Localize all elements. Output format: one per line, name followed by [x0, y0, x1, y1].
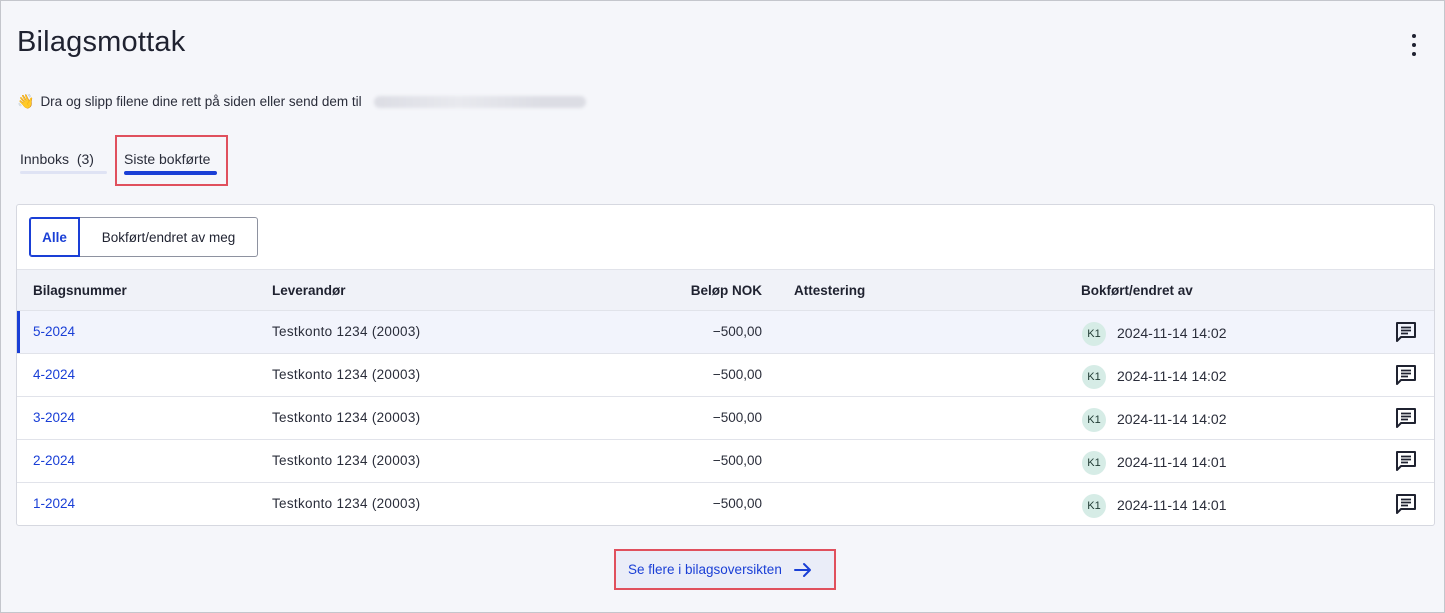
posted-date-cell: 2024-11-14 14:01 [1117, 497, 1227, 513]
amount-cell: −500,00 [712, 453, 762, 468]
table-row[interactable]: 2-2024 Testkonto 1234 (20003) −500,00 K1… [17, 440, 1434, 483]
voucher-number-link[interactable]: 3-2024 [33, 410, 75, 425]
supplier-cell: Testkonto 1234 (20003) [272, 496, 421, 511]
table-header: Bilagsnummer Leverandør Beløp NOK Attest… [17, 269, 1434, 311]
amount-cell: −500,00 [712, 410, 762, 425]
tab-inbox[interactable]: Innboks (3) [20, 135, 108, 185]
filter-all-button[interactable]: Alle [29, 217, 80, 257]
col-header-posted-by[interactable]: Bokført/endret av [1081, 283, 1193, 298]
recent-vouchers-card: Alle Bokført/endret av meg Bilagsnummer … [16, 204, 1435, 526]
avatar: K1 [1082, 365, 1106, 389]
tab-inbox-label: Innboks (3) [20, 151, 94, 167]
comment-icon[interactable] [1395, 365, 1417, 385]
tab-active-underline [124, 171, 217, 175]
posted-date-cell: 2024-11-14 14:02 [1117, 325, 1227, 341]
see-more-label: Se flere i bilagsoversikten [628, 562, 782, 577]
avatar: K1 [1082, 451, 1106, 475]
avatar: K1 [1082, 494, 1106, 518]
table-row[interactable]: 4-2024 Testkonto 1234 (20003) −500,00 K1… [17, 354, 1434, 397]
comment-icon[interactable] [1395, 322, 1417, 342]
voucher-number-link[interactable]: 5-2024 [33, 324, 75, 339]
filter-mine-button[interactable]: Bokført/endret av meg [80, 217, 258, 257]
voucher-number-link[interactable]: 1-2024 [33, 496, 75, 511]
col-header-number[interactable]: Bilagsnummer [33, 283, 127, 298]
comment-icon[interactable] [1395, 494, 1417, 514]
table-row[interactable]: 5-2024 Testkonto 1234 (20003) −500,00 K1… [17, 311, 1434, 354]
tab-inbox-underline [20, 171, 107, 174]
posted-date-cell: 2024-11-14 14:02 [1117, 368, 1227, 384]
filter-toggle: Alle Bokført/endret av meg [29, 217, 258, 257]
supplier-cell: Testkonto 1234 (20003) [272, 324, 421, 339]
waving-hand-icon: 👋 [17, 93, 35, 109]
col-header-attest[interactable]: Attestering [794, 283, 865, 298]
supplier-cell: Testkonto 1234 (20003) [272, 453, 421, 468]
voucher-number-link[interactable]: 2-2024 [33, 453, 75, 468]
table-row[interactable]: 3-2024 Testkonto 1234 (20003) −500,00 K1… [17, 397, 1434, 440]
amount-cell: −500,00 [712, 496, 762, 511]
page-title: Bilagsmottak [17, 26, 186, 58]
avatar: K1 [1082, 322, 1106, 346]
supplier-cell: Testkonto 1234 (20003) [272, 410, 421, 425]
comment-icon[interactable] [1395, 408, 1417, 428]
posted-date-cell: 2024-11-14 14:01 [1117, 454, 1227, 470]
table-row[interactable]: 1-2024 Testkonto 1234 (20003) −500,00 K1… [17, 483, 1434, 525]
see-more-button[interactable]: Se flere i bilagsoversikten [614, 549, 836, 590]
amount-cell: −500,00 [712, 367, 762, 382]
kebab-menu-icon[interactable] [1402, 34, 1426, 56]
supplier-cell: Testkonto 1234 (20003) [272, 367, 421, 382]
arrow-right-icon [793, 562, 811, 577]
tab-siste-label: Siste bokførte [124, 151, 211, 167]
tab-siste-bokforte[interactable]: Siste bokførte [115, 135, 228, 186]
drop-hint: 👋 Dra og slipp filene dine rett på siden… [17, 93, 586, 110]
amount-cell: −500,00 [712, 324, 762, 339]
voucher-number-link[interactable]: 4-2024 [33, 367, 75, 382]
redacted-email [373, 95, 586, 108]
col-header-supplier[interactable]: Leverandør [272, 283, 346, 298]
avatar: K1 [1082, 408, 1106, 432]
posted-date-cell: 2024-11-14 14:02 [1117, 411, 1227, 427]
drop-hint-text: Dra og slipp filene dine rett på siden e… [40, 94, 362, 109]
col-header-amount[interactable]: Beløp NOK [691, 283, 762, 298]
comment-icon[interactable] [1395, 451, 1417, 471]
